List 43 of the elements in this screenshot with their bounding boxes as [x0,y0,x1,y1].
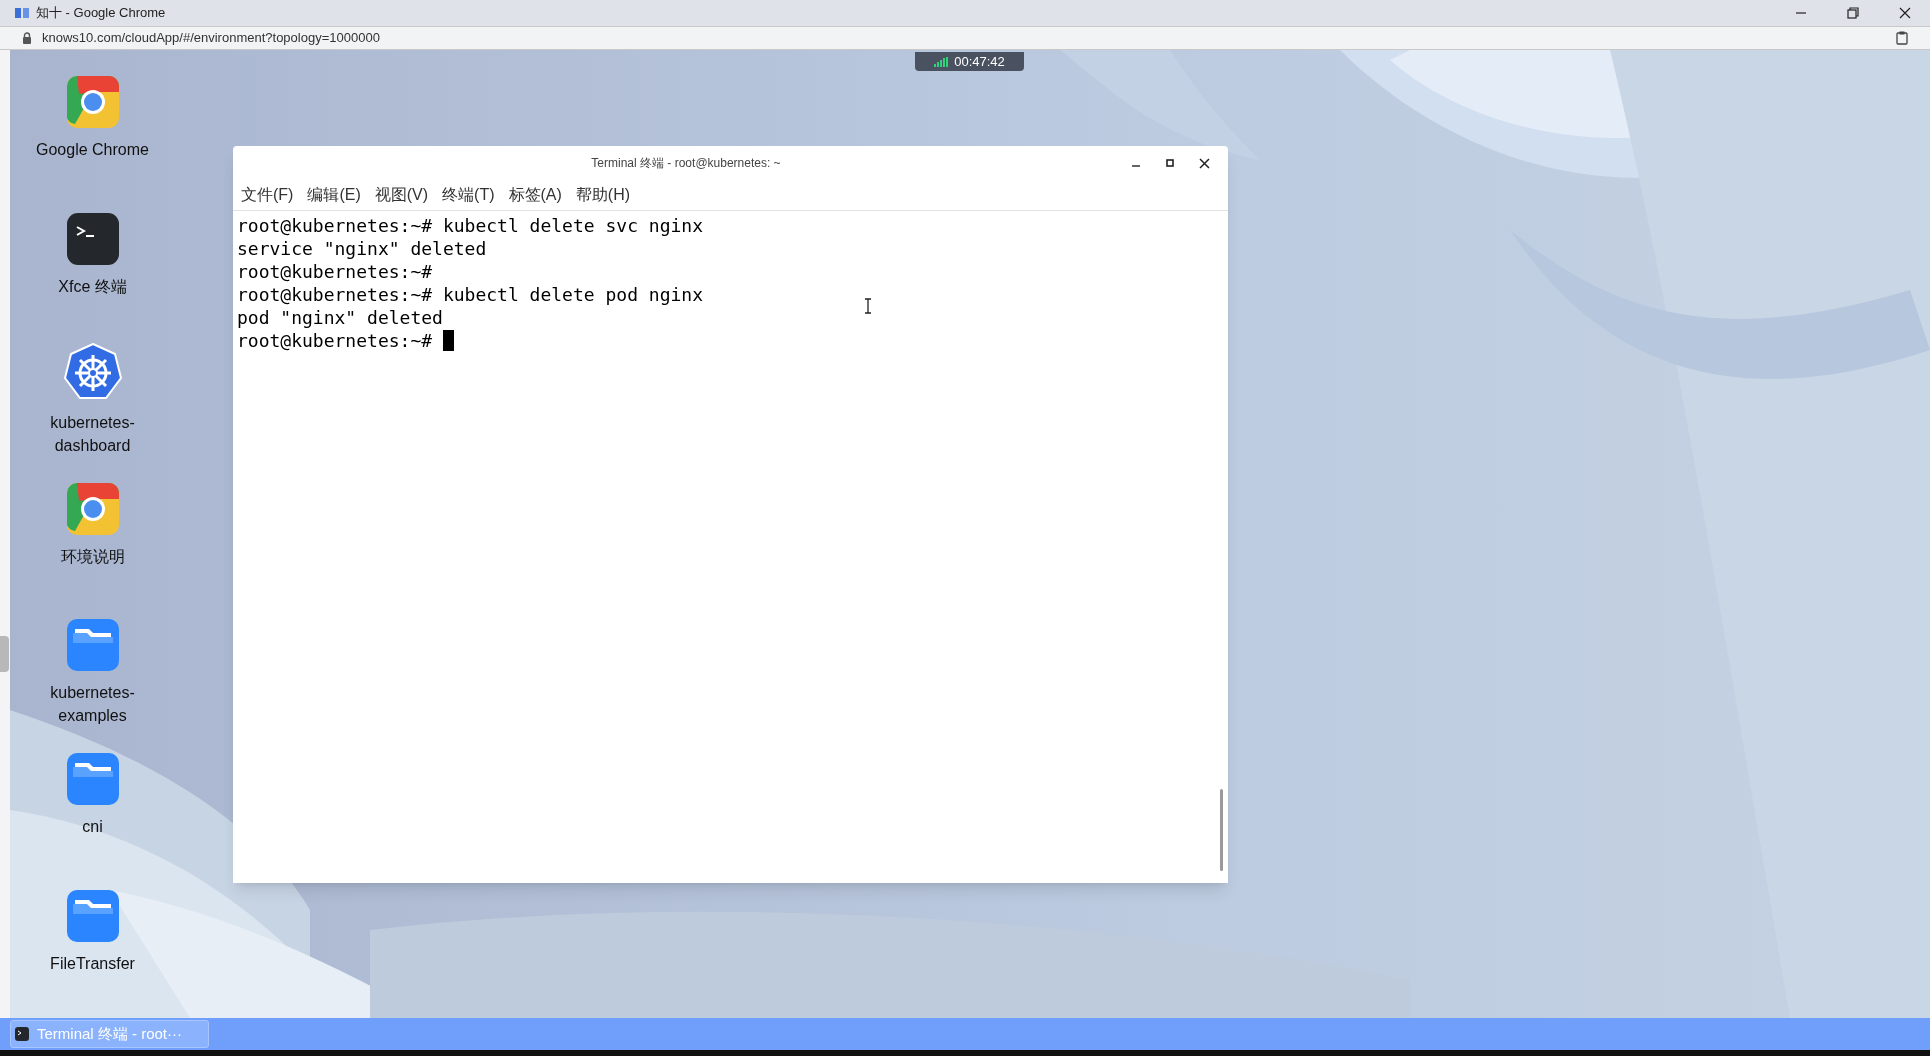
icon-label: FileTransfer [49,954,136,974]
menu-item[interactable]: 标签(A) [508,183,562,207]
folder-icon[interactable] [66,753,119,805]
terminal-line: root@kubernetes:~# [237,260,433,283]
terminal-icon[interactable] [66,213,119,265]
scrollbar-thumb[interactable] [1220,789,1223,871]
terminal-line: service "nginx" deleted [237,237,487,260]
close-icon[interactable] [1199,157,1210,169]
restore-icon[interactable] [1846,6,1860,20]
folder-icon[interactable] [66,890,119,942]
menu-item[interactable]: 帮助(H) [575,183,631,207]
icon-label: cni [81,817,104,837]
menu-item[interactable]: 编辑(E) [307,183,361,207]
menu-item[interactable]: 视图(V) [374,183,429,207]
scroll-handle[interactable] [0,636,9,672]
icon-label: kubernetes-examples [49,683,136,726]
text-cursor [443,330,455,351]
signal-icon [934,56,949,67]
clipboard-icon[interactable] [1896,31,1908,45]
text-cursor-icon [864,298,872,314]
timer-badge: 00:47:42 [915,52,1024,71]
lock-icon [22,32,32,44]
maximize-icon[interactable] [1165,158,1175,168]
folder-icon[interactable] [66,619,119,671]
terminal-line: root@kubernetes:~# kubectl delete pod nginx [237,283,703,306]
icon-label: Google Chrome [35,140,150,160]
icon-label: Xfce 终端 [57,277,128,297]
browser-icon[interactable] [66,76,119,128]
close-icon[interactable] [1898,6,1912,20]
menu-item[interactable]: 文件(F) [241,183,294,207]
window-title: 知十 - Google Chrome [36,4,166,23]
icon-label: 环境说明 [59,547,126,567]
address-bar[interactable]: knows10.com/cloudApp/#/environment?topology=1000000 [42,28,380,48]
window-title: Terminal 终端 - root@kubernetes: ~ [590,155,782,172]
terminal-icon [15,1027,29,1041]
icon-label: kubernetes-dashboard [49,413,136,456]
browser-icon[interactable] [66,483,119,535]
helm-wheel-icon[interactable] [62,343,123,401]
terminal-line: root@kubernetes:~# kubectl delete svc nginx [237,214,703,237]
menu-item[interactable]: 终端(T) [442,183,495,207]
terminal-line: root@kubernetes:~# [237,329,433,352]
favicon-icon [14,6,30,20]
terminal-line: pod "nginx" deleted [237,306,443,329]
